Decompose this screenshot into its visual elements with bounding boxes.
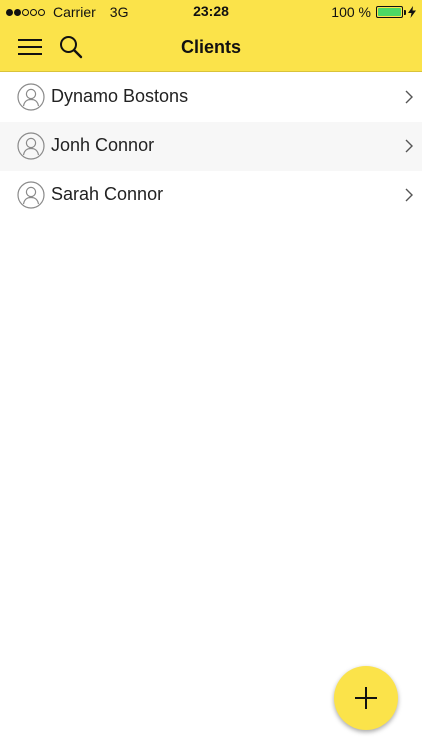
search-button[interactable]: [58, 34, 84, 60]
battery-group: 100 %: [331, 4, 416, 20]
hamburger-menu-icon: [18, 39, 42, 55]
client-name: Jonh Connor: [51, 135, 155, 155]
battery-percent: 100 %: [331, 4, 371, 20]
status-bar: Carrier 3G 23:28 100 %: [0, 0, 422, 24]
client-name: Sarah Connor: [51, 184, 164, 204]
chevron-right-icon: [405, 188, 413, 202]
menu-button[interactable]: [16, 36, 44, 58]
list-item[interactable]: Sarah Connor: [0, 171, 422, 220]
client-list: Dynamo Bostons Jonh Connor Sarah Connor: [0, 73, 422, 220]
nav-bar: Clients: [0, 24, 422, 72]
plus-icon: [355, 687, 377, 709]
user-avatar-icon: [17, 132, 45, 160]
add-client-button[interactable]: [334, 666, 398, 730]
chevron-right-icon: [405, 139, 413, 153]
battery-icon: [376, 6, 406, 18]
chevron-right-icon: [405, 90, 413, 104]
list-item[interactable]: Dynamo Bostons: [0, 73, 422, 122]
search-icon: [60, 36, 83, 59]
list-item[interactable]: Jonh Connor: [0, 122, 422, 171]
client-name: Dynamo Bostons: [51, 86, 189, 106]
user-avatar-icon: [17, 83, 45, 111]
user-avatar-icon: [17, 181, 45, 209]
charging-bolt-icon: [408, 6, 416, 18]
